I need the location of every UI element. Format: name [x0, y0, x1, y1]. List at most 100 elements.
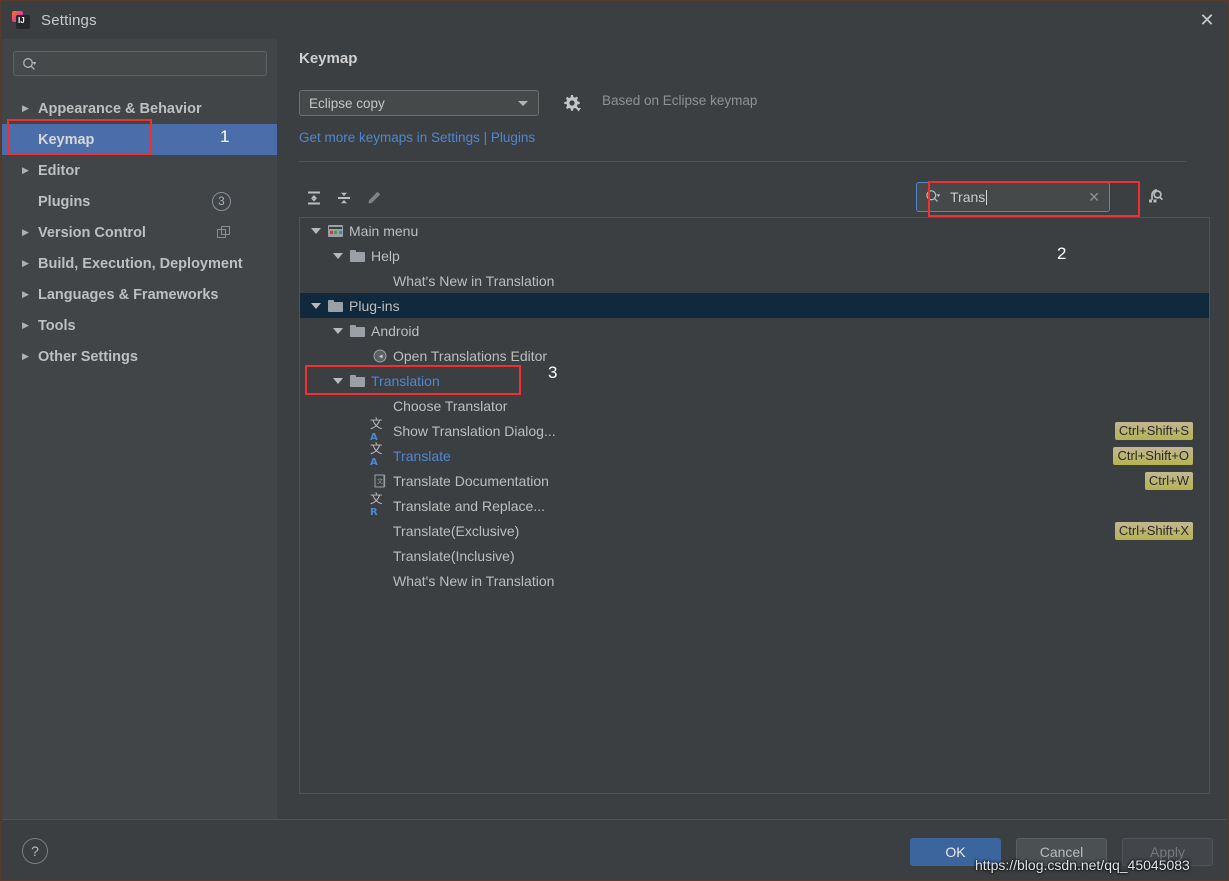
- chevron-down-icon: [518, 100, 528, 106]
- tree-row[interactable]: What's New in Translation: [300, 268, 1209, 293]
- sidebar-item-label: Build, Execution, Deployment: [38, 255, 243, 272]
- sidebar-item-appearance-behavior[interactable]: ▶ Appearance & Behavior: [2, 93, 277, 124]
- sidebar-item-editor[interactable]: ▶ Editor: [2, 155, 277, 186]
- sidebar-list: ▶Appearance & Behavior▶Keymap▶Editor▶Plu…: [2, 93, 277, 372]
- expand-all-icon[interactable]: [299, 185, 329, 211]
- keymap-toolbar: [299, 183, 389, 213]
- sidebar-item-label: Editor: [38, 162, 80, 179]
- keymap-select-value: Eclipse copy: [309, 95, 385, 111]
- tree-row-label: Translate Documentation: [393, 472, 549, 489]
- shortcut-badge: Ctrl+Shift+X: [1114, 521, 1193, 540]
- chevron-right-icon: ▶: [22, 258, 29, 268]
- sidebar-item-label: Plugins: [38, 193, 91, 210]
- based-on-label: Based on Eclipse keymap: [602, 93, 758, 108]
- folder-icon: [348, 249, 367, 262]
- keymap-select[interactable]: Eclipse copy: [299, 90, 539, 116]
- folder-icon: [348, 374, 367, 387]
- tree-row-label: Choose Translator: [393, 397, 508, 414]
- tree-row[interactable]: What's New in Translation: [300, 568, 1209, 593]
- keymap-pane: Keymap Eclipse copy Based on Eclipse key…: [277, 39, 1227, 821]
- tree-row[interactable]: 文A Translate Ctrl+Shift+O: [300, 440, 1209, 469]
- tree-row[interactable]: Translation: [300, 368, 1209, 393]
- tree-row-label: What's New in Translation: [393, 272, 555, 289]
- settings-dialog: IJ Settings ✕ ▶Appearance & Behavior▶Key…: [0, 0, 1229, 881]
- tree-row-label: Translate(Inclusive): [393, 547, 515, 564]
- tree-row-label: Help: [371, 247, 400, 264]
- close-icon[interactable]: ✕: [1184, 1, 1228, 39]
- main-menu-icon: [326, 224, 345, 237]
- chevron-down-icon[interactable]: [328, 252, 348, 259]
- tree-row-label: Open Translations Editor: [393, 347, 548, 364]
- tree-row[interactable]: Translate(Exclusive) Ctrl+Shift+X: [300, 518, 1209, 543]
- keymap-search-value-wrap: Trans: [950, 189, 988, 205]
- shortcut-badge: Ctrl+Shift+S: [1114, 421, 1193, 440]
- window-title: Settings: [41, 11, 97, 29]
- tree-row[interactable]: Android: [300, 318, 1209, 343]
- annotation-number-2: 2: [1057, 244, 1067, 263]
- search-icon: [22, 57, 36, 71]
- shortcut-badge: Ctrl+Shift+O: [1113, 446, 1193, 465]
- tree-row[interactable]: Help: [300, 243, 1209, 268]
- shortcut-badge: Ctrl+W: [1144, 471, 1193, 490]
- tree-row[interactable]: 文A Show Translation Dialog... Ctrl+Shift+S: [300, 415, 1209, 444]
- tree-row-label: Show Translation Dialog...: [393, 422, 556, 439]
- pencil-edit-icon[interactable]: [359, 185, 389, 211]
- sidebar-item-version-control[interactable]: ▶ Version Control: [2, 217, 277, 248]
- translate-a-icon: 文A: [370, 440, 383, 469]
- chevron-right-icon: ▶: [22, 320, 29, 330]
- chevron-down-icon[interactable]: [328, 377, 348, 384]
- sidebar-item-languages-frameworks[interactable]: ▶ Languages & Frameworks: [2, 279, 277, 310]
- sidebar-item-other-settings[interactable]: ▶ Other Settings: [2, 341, 277, 372]
- annotation-number-3: 3: [548, 363, 558, 382]
- sidebar-item-label: Appearance & Behavior: [38, 100, 202, 117]
- tree-row[interactable]: Open Translations Editor: [300, 343, 1209, 368]
- collapse-all-icon[interactable]: [329, 185, 359, 211]
- sidebar-item-plugins[interactable]: ▶Plugins3: [2, 186, 277, 217]
- sidebar-item-keymap[interactable]: ▶Keymap: [2, 124, 277, 155]
- tree-row[interactable]: 文 Translate Documentation Ctrl+W: [300, 468, 1209, 493]
- annotation-number-1: 1: [220, 127, 230, 146]
- sidebar-item-label: Other Settings: [38, 348, 138, 365]
- folder-icon: [348, 324, 367, 337]
- keymap-actions-tree[interactable]: Main menu Help What's New in Translation Pl…: [299, 217, 1210, 794]
- chevron-right-icon: ▶: [22, 289, 29, 299]
- translate-doc-icon: 文: [370, 474, 389, 488]
- copy-icon: [217, 225, 231, 240]
- sidebar-item-badge: 3: [212, 192, 231, 211]
- tree-row[interactable]: Plug-ins: [300, 293, 1209, 318]
- sidebar-search-input[interactable]: [36, 55, 266, 72]
- keymap-search-value: Trans: [950, 189, 986, 205]
- tree-row-label: Translate and Replace...: [393, 497, 546, 514]
- chevron-down-icon[interactable]: [306, 302, 326, 309]
- tree-row[interactable]: 文R Translate and Replace...: [300, 490, 1209, 519]
- find-by-shortcut-icon[interactable]: [1142, 185, 1166, 209]
- tree-row-label: Translate: [393, 447, 451, 464]
- help-button[interactable]: ?: [22, 838, 48, 864]
- chevron-right-icon: ▶: [22, 227, 29, 237]
- translate-a-icon: 文A: [370, 415, 383, 444]
- sidebar-item-build-execution-deployment[interactable]: ▶ Build, Execution, Deployment: [2, 248, 277, 279]
- tree-row[interactable]: Translate(Inclusive): [300, 543, 1209, 568]
- tree-row-label: Translation: [371, 372, 440, 389]
- chevron-down-icon[interactable]: [306, 227, 326, 234]
- chevron-down-icon[interactable]: [328, 327, 348, 334]
- page-title: Keymap: [299, 50, 358, 67]
- tree-row-label: Translate(Exclusive): [393, 522, 520, 539]
- clear-x-icon[interactable]: ✕: [1088, 189, 1100, 206]
- sidebar-search-box[interactable]: [13, 51, 267, 76]
- tree-row[interactable]: Choose Translator: [300, 393, 1209, 418]
- title-bar: IJ Settings ✕: [1, 1, 1228, 39]
- sidebar-item-tools[interactable]: ▶ Tools: [2, 310, 277, 341]
- tree-row[interactable]: Main menu: [300, 218, 1209, 243]
- translate-r-icon: 文R: [370, 490, 383, 519]
- sidebar-item-label: Languages & Frameworks: [38, 286, 219, 303]
- gear-icon[interactable]: [562, 93, 582, 113]
- folder-icon: [326, 299, 345, 312]
- keymap-search-box[interactable]: Trans ✕: [916, 182, 1110, 212]
- svg-text:文: 文: [377, 477, 383, 485]
- get-more-keymaps-link[interactable]: Get more keymaps in Settings | Plugins: [299, 130, 535, 145]
- watermark-text: https://blog.csdn.net/qq_45045083: [975, 857, 1190, 873]
- settings-sidebar: ▶Appearance & Behavior▶Keymap▶Editor▶Plu…: [2, 39, 277, 821]
- tree-row-label: What's New in Translation: [393, 572, 555, 589]
- sidebar-item-label: Version Control: [38, 224, 146, 241]
